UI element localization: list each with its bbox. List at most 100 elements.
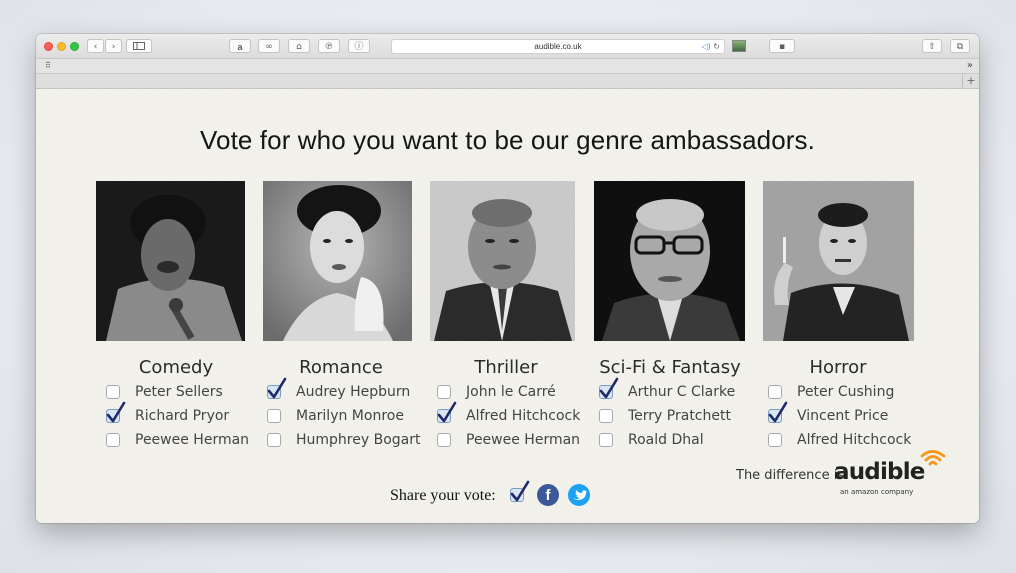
vote-option[interactable]: Peewee Herman: [106, 430, 276, 450]
checkmark-icon: [510, 480, 530, 502]
share-icon: ⇧: [928, 42, 936, 52]
genre-title: Romance: [299, 357, 383, 378]
address-bar-icons: ◁) ↻: [701, 40, 720, 53]
option-label: Alfred Hitchcock: [466, 408, 581, 424]
checkmark-icon: [437, 401, 457, 423]
home-icon: ⌂: [296, 42, 302, 52]
forward-icon: ›: [111, 42, 116, 52]
vote-option[interactable]: Arthur C Clarke: [599, 377, 769, 402]
pinterest-icon: ℗: [324, 42, 334, 52]
brand-subline: an amazon company: [840, 488, 914, 496]
checkmark-icon: [267, 377, 287, 399]
vote-option[interactable]: Alfred Hitchcock: [437, 401, 607, 426]
genre-title: Horror: [809, 357, 867, 378]
link-bookmark[interactable]: ∞: [258, 39, 280, 53]
option-label: Peter Cushing: [797, 384, 895, 400]
share-label: Share your vote:: [390, 487, 496, 504]
twitter-share-button[interactable]: [568, 484, 590, 506]
tabs-button[interactable]: ⧉: [950, 39, 970, 53]
page-content: Vote for who you want to be our genre am…: [36, 89, 979, 523]
vote-option[interactable]: John le Carré: [437, 382, 607, 402]
vote-checkbox[interactable]: [267, 409, 281, 423]
tab-bar: +: [36, 74, 979, 89]
amazon-icon: a: [237, 42, 243, 52]
reader-button[interactable]: ▪: [769, 39, 795, 53]
option-label: Roald Dhal: [628, 432, 704, 448]
vote-checkbox[interactable]: [106, 433, 120, 447]
info-bookmark[interactable]: ⓘ: [348, 39, 370, 53]
option-label: Peewee Herman: [135, 432, 250, 448]
brand-logo-text: audible: [834, 459, 925, 485]
home-bookmark[interactable]: ⌂: [288, 39, 310, 53]
vote-checkbox[interactable]: [267, 377, 287, 399]
option-label: Terry Pratchett: [628, 408, 731, 424]
vote-checkbox[interactable]: [437, 401, 457, 423]
vote-option[interactable]: Peter Sellers: [106, 382, 276, 402]
vote-option[interactable]: Marilyn Monroe: [267, 406, 437, 426]
photo-comedy: [96, 181, 245, 341]
vote-checkbox[interactable]: [599, 377, 619, 399]
link-icon: ∞: [265, 42, 273, 52]
option-label: Marilyn Monroe: [296, 408, 404, 424]
vote-checkbox[interactable]: [768, 401, 788, 423]
close-window-button[interactable]: [44, 42, 53, 51]
amazon-bookmark[interactable]: a: [229, 39, 251, 53]
page-headline: Vote for who you want to be our genre am…: [200, 125, 815, 155]
site-thumbnail[interactable]: [732, 40, 746, 52]
vote-checkbox[interactable]: [599, 433, 613, 447]
photo-scifi: [594, 181, 745, 341]
vote-checkbox[interactable]: [437, 385, 451, 399]
back-icon: ‹: [93, 42, 98, 52]
twitter-icon: [573, 490, 587, 500]
zoom-window-button[interactable]: [70, 42, 79, 51]
vote-checkbox[interactable]: [106, 385, 120, 399]
pinterest-bookmark[interactable]: ℗: [318, 39, 340, 53]
vote-checkbox[interactable]: [437, 433, 451, 447]
audible-brand: The difference is audible an amazon comp…: [736, 445, 956, 501]
share-checkbox[interactable]: [510, 480, 530, 502]
photo-romance: [263, 181, 412, 341]
option-label: Peewee Herman: [466, 432, 581, 448]
genre-title: Thriller: [474, 357, 538, 378]
genre-title: Comedy: [138, 357, 214, 378]
vote-checkbox[interactable]: [106, 401, 126, 423]
new-tab-button[interactable]: +: [962, 74, 979, 88]
genre-title: Sci-Fi & Fantasy: [599, 357, 741, 378]
sidebar-icon: [133, 42, 145, 50]
vote-option[interactable]: Vincent Price: [768, 401, 938, 426]
vote-option[interactable]: Richard Pryor: [106, 401, 276, 426]
address-bar[interactable]: audible.co.uk ◁) ↻: [391, 39, 725, 54]
option-label: Peter Sellers: [135, 384, 223, 400]
checkmark-icon: [106, 401, 126, 423]
vote-option[interactable]: Humphrey Bogart: [267, 430, 437, 450]
photo-horror: [763, 181, 914, 341]
forward-button[interactable]: ›: [105, 39, 122, 53]
grid-icon[interactable]: ⠿: [45, 59, 51, 73]
back-button[interactable]: ‹: [87, 39, 104, 53]
audio-icon[interactable]: ◁): [701, 42, 710, 51]
facebook-share-button[interactable]: f: [537, 484, 559, 506]
vote-option[interactable]: Peewee Herman: [437, 430, 607, 450]
vote-checkbox[interactable]: [768, 385, 782, 399]
bookmarks-bar: ⠿ »: [36, 59, 979, 74]
vote-option[interactable]: Peter Cushing: [768, 382, 938, 402]
vote-checkbox[interactable]: [267, 433, 281, 447]
info-icon: ⓘ: [354, 42, 364, 52]
browser-toolbar: ‹ › a ∞ ⌂ ℗ ⓘ audible.co.uk ◁) ↻ ▪ ⇧ ⧉: [36, 34, 979, 59]
vote-option[interactable]: Terry Pratchett: [599, 406, 769, 426]
checkmark-icon: [768, 401, 788, 423]
overflow-chevron[interactable]: »: [967, 59, 973, 72]
tabs-icon: ⧉: [956, 42, 964, 52]
minimize-window-button[interactable]: [57, 42, 66, 51]
option-label: Arthur C Clarke: [628, 384, 736, 400]
brand-tagline: The difference is: [736, 468, 845, 483]
vote-option[interactable]: Audrey Hepburn: [267, 377, 437, 402]
reload-icon[interactable]: ↻: [713, 42, 720, 51]
audible-wave-icon: [920, 450, 946, 466]
option-label: Audrey Hepburn: [296, 384, 411, 400]
sidebar-button[interactable]: [126, 39, 152, 53]
share-button[interactable]: ⇧: [922, 39, 942, 53]
photo-thriller: [430, 181, 575, 341]
vote-checkbox[interactable]: [599, 409, 613, 423]
checkmark-icon: [599, 377, 619, 399]
